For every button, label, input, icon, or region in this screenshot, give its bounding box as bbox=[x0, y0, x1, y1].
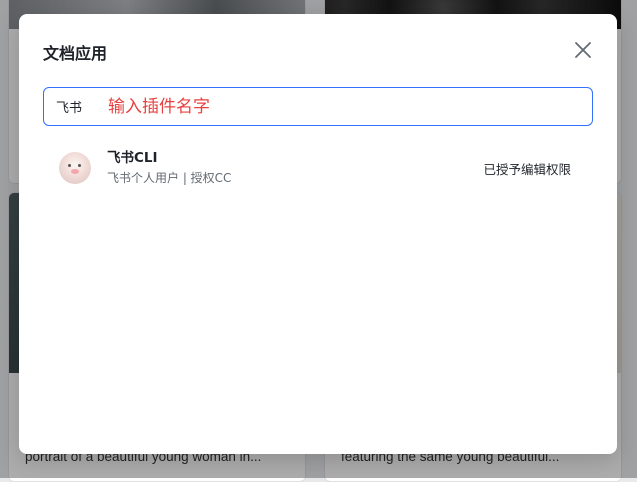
plugin-item-text: 飞书CLI 飞书个人用户 | 授权CC bbox=[107, 149, 483, 187]
plugin-subtitle: 飞书个人用户 | 授权CC bbox=[107, 169, 483, 187]
plugin-name: 飞书CLI bbox=[107, 149, 483, 167]
dialog-title: 文档应用 bbox=[43, 40, 107, 64]
plugin-search-box[interactable]: 飞书 bbox=[43, 87, 593, 126]
close-icon bbox=[573, 40, 593, 60]
plugin-list-item[interactable]: 飞书CLI 飞书个人用户 | 授权CC 已授予编辑权限 bbox=[43, 142, 593, 194]
permission-status: 已授予编辑权限 bbox=[483, 159, 571, 178]
app-avatar-icon bbox=[59, 152, 91, 184]
plugin-search-input[interactable] bbox=[108, 88, 592, 125]
search-scope-label[interactable]: 飞书 bbox=[56, 97, 108, 116]
doc-apps-dialog: 文档应用 飞书 飞书CLI 飞书个人用户 | 授权CC 已授予编辑权限 bbox=[19, 14, 617, 454]
close-button[interactable] bbox=[573, 40, 593, 60]
